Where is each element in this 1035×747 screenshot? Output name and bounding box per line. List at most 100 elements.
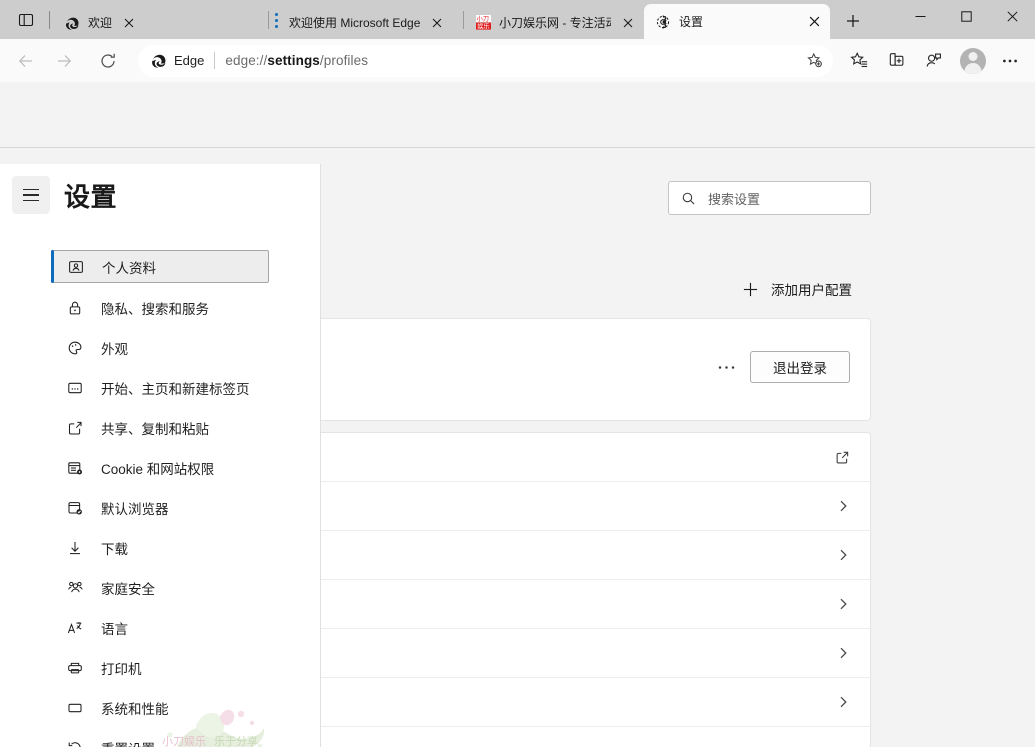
add-favorite-icon[interactable] xyxy=(799,47,829,75)
close-icon[interactable] xyxy=(805,13,823,31)
sidebar-item-label: 开始、主页和新建标签页 xyxy=(101,378,250,398)
sidebar-item-downloads[interactable]: 下载 xyxy=(51,532,269,563)
site-identity: Edge xyxy=(150,52,204,69)
new-tab-button[interactable] xyxy=(838,6,868,36)
chevron-right-icon[interactable] xyxy=(836,646,850,660)
site-brand-label: Edge xyxy=(174,53,204,68)
divider xyxy=(49,11,50,29)
browser-tab[interactable]: 欢迎 xyxy=(53,6,268,39)
favorites-icon[interactable] xyxy=(842,44,876,78)
chevron-right-icon[interactable] xyxy=(836,695,850,709)
maximize-button[interactable] xyxy=(943,0,989,32)
system-icon xyxy=(67,700,89,716)
share-icon xyxy=(67,420,89,436)
external-link-icon[interactable] xyxy=(835,450,850,465)
sidebar-item-label: 语言 xyxy=(101,618,128,638)
add-user-profile-button[interactable]: 添加用户配置 xyxy=(742,275,852,303)
settings-sidebar: 设置 个人资料 xyxy=(0,164,321,747)
plus-icon xyxy=(742,281,759,298)
browser-essentials-icon[interactable] xyxy=(916,44,950,78)
tab-title: 欢迎 xyxy=(88,14,112,31)
add-user-profile-label: 添加用户配置 xyxy=(771,279,852,299)
page-viewport: 搜索设置 添加用户配置 退出登录 xyxy=(0,82,1035,747)
window-icon xyxy=(67,380,89,396)
window-controls xyxy=(897,0,1035,39)
tab-search-icon[interactable] xyxy=(6,5,46,35)
sidebar-item-label: 共享、复制和粘贴 xyxy=(101,418,209,438)
sidebar-item-label: 家庭安全 xyxy=(101,578,155,598)
sidebar-item-printers[interactable]: 打印机 xyxy=(51,652,269,683)
back-arrow-icon[interactable] xyxy=(8,43,44,79)
sidebar-item-label: 系统和性能 xyxy=(101,698,169,718)
sidebar-item-label: 个人资料 xyxy=(102,257,156,277)
sidebar-item-appearance[interactable]: 外观 xyxy=(51,332,269,363)
browser-tab[interactable]: 欢迎使用 Microsoft Edge xyxy=(283,6,463,39)
collections-icon[interactable] xyxy=(879,44,913,78)
close-icon[interactable] xyxy=(428,14,446,32)
sidebar-item-label: 重置设置 xyxy=(101,738,155,747)
chevron-right-icon[interactable] xyxy=(836,597,850,611)
sidebar-item-privacy[interactable]: 隐私、搜索和服务 xyxy=(51,292,269,323)
sidebar-item-label: 外观 xyxy=(101,338,128,358)
download-icon xyxy=(67,540,89,556)
tab-activity-indicator xyxy=(269,13,283,28)
sidebar-item-system-performance[interactable]: 系统和性能 xyxy=(51,692,269,723)
svg-text:娱乐: 娱乐 xyxy=(477,22,489,30)
refresh-icon[interactable] xyxy=(90,43,126,79)
cookie-permissions-icon xyxy=(67,460,89,476)
sidebar-item-family-safety[interactable]: 家庭安全 xyxy=(51,572,269,603)
tab-title: 小刀娱乐网 - 专注活动 xyxy=(499,14,611,31)
settings-header-bar xyxy=(0,82,1035,148)
family-icon xyxy=(67,579,89,596)
address-bar[interactable]: Edge edge://settings/profiles xyxy=(138,45,833,77)
profile-avatar-icon[interactable] xyxy=(956,44,990,78)
sign-out-button[interactable]: 退出登录 xyxy=(750,351,850,383)
minimize-button[interactable] xyxy=(897,0,943,32)
browser-tab-active[interactable]: 设置 xyxy=(644,4,830,39)
printer-icon xyxy=(67,660,89,676)
sidebar-item-share-copy-paste[interactable]: 共享、复制和粘贴 xyxy=(51,412,269,443)
sidebar-item-start-home-newtab[interactable]: 开始、主页和新建标签页 xyxy=(51,372,269,403)
hamburger-menu-icon[interactable] xyxy=(12,176,50,214)
sidebar-item-languages[interactable]: 语言 xyxy=(51,612,269,643)
gear-icon xyxy=(655,14,671,30)
chevron-right-icon[interactable] xyxy=(836,548,850,562)
page-title: 设置 xyxy=(64,177,117,214)
sidebar-item-reset-settings[interactable]: 重置设置 xyxy=(51,732,269,747)
sidebar-item-profiles[interactable]: 个人资料 xyxy=(51,250,269,283)
browser-tab[interactable]: 小刀 娱乐 小刀娱乐网 - 专注活动 xyxy=(464,6,644,39)
url-emphasis: settings xyxy=(267,53,320,68)
title-bar: 欢迎 欢迎使用 Microsoft Edge 小刀 娱乐 xyxy=(0,0,1035,39)
sidebar-item-label: Cookie 和网站权限 xyxy=(101,458,214,478)
sidebar-item-label: 打印机 xyxy=(101,658,142,678)
edge-logo-icon xyxy=(64,15,80,31)
search-icon xyxy=(681,191,696,206)
chevron-right-icon[interactable] xyxy=(836,499,850,513)
forward-arrow-icon[interactable] xyxy=(46,43,82,79)
sidebar-item-cookies-permissions[interactable]: Cookie 和网站权限 xyxy=(51,452,269,483)
language-icon xyxy=(67,620,89,636)
sidebar-item-default-browser[interactable]: 默认浏览器 xyxy=(51,492,269,523)
palette-icon xyxy=(67,340,89,356)
close-icon[interactable] xyxy=(619,14,637,32)
avatar xyxy=(960,48,986,74)
lock-icon xyxy=(67,300,89,316)
close-button[interactable] xyxy=(989,0,1035,32)
search-input[interactable]: 搜索设置 xyxy=(668,181,871,215)
url-suffix: /profiles xyxy=(320,53,368,68)
more-options-icon[interactable] xyxy=(993,44,1027,78)
sidebar-item-label: 隐私、搜索和服务 xyxy=(101,298,209,318)
url-text[interactable]: edge://settings/profiles xyxy=(225,53,799,68)
url-prefix: edge:// xyxy=(225,53,267,68)
sidebar-nav-list: 个人资料 隐私、搜索和服务 xyxy=(0,250,320,747)
edge-logo-icon xyxy=(150,52,167,69)
profile-more-icon[interactable] xyxy=(713,355,739,379)
xiaodao-logo-icon: 小刀 娱乐 xyxy=(475,15,491,31)
close-icon[interactable] xyxy=(120,14,138,32)
reset-icon xyxy=(67,740,89,747)
sidebar-item-label: 默认浏览器 xyxy=(101,498,169,518)
sign-out-label: 退出登录 xyxy=(773,357,827,377)
navigation-toolbar: Edge edge://settings/profiles xyxy=(0,39,1035,82)
profile-icon xyxy=(68,259,90,275)
sidebar-header: 设置 xyxy=(0,164,320,226)
